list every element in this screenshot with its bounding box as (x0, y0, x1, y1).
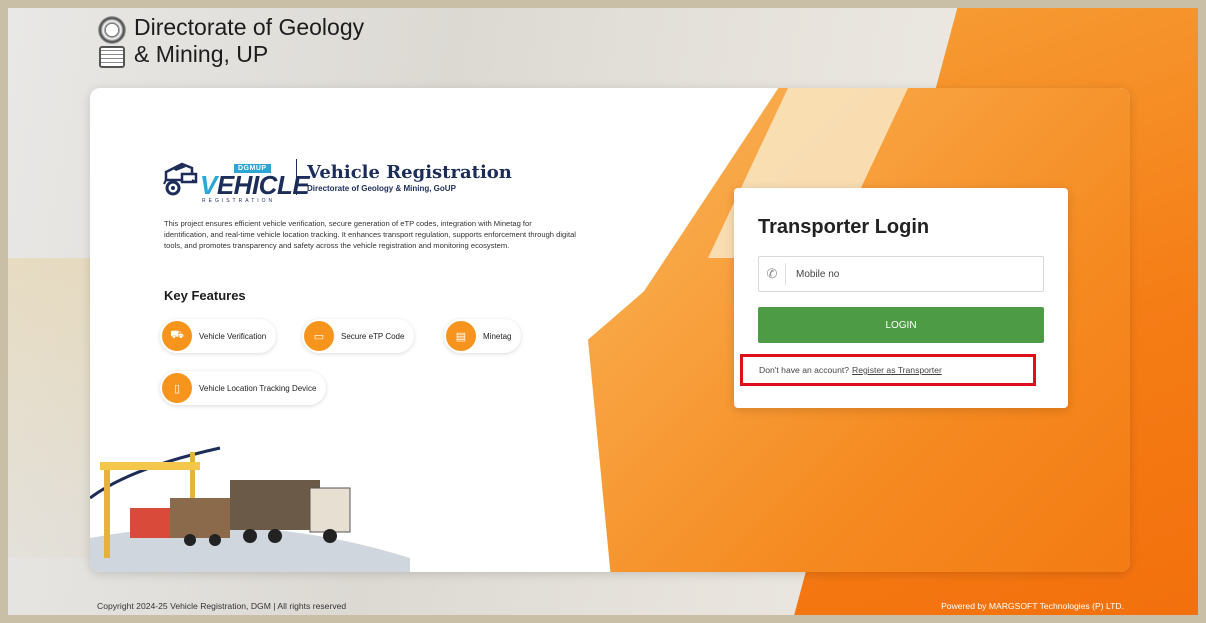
register-prompt-highlight: Don't have an account? Register as Trans… (740, 354, 1036, 386)
login-title: Transporter Login (758, 216, 930, 238)
vehicle-verification-icon: ⛟ (162, 321, 192, 351)
mobile-input[interactable] (796, 268, 1016, 280)
project-description: This project ensures efficient vehicle v… (164, 219, 576, 250)
feature-label: Secure eTP Code (341, 331, 405, 341)
brand-title: Vehicle Registration (307, 161, 512, 183)
feature-label: Vehicle Location Tracking Device (199, 383, 317, 393)
register-prompt-text: Don't have an account? (759, 365, 850, 375)
state-emblem-icon (96, 14, 128, 72)
trucks-toll-illustration (90, 446, 410, 572)
dump-truck-icon (163, 162, 198, 196)
phone-icon: ✆ (766, 266, 778, 281)
transporter-login-panel: Transporter Login ✆ LOGIN Don't have an … (734, 188, 1068, 408)
feature-location-tracking: ▯ Vehicle Location Tracking Device (160, 371, 327, 405)
brand-text: Vehicle Registration Directorate of Geol… (307, 162, 512, 193)
site-title-line1: Directorate of Geology (134, 14, 365, 40)
powered-by-text: Powered by MARGSOFT Technologies (P) LTD… (941, 601, 1124, 611)
minetag-icon: ▤ (446, 321, 476, 351)
key-features-heading: Key Features (164, 288, 246, 303)
field-divider (785, 263, 786, 285)
main-card: DGMUP VEHICLE REGISTRATION Vehicle Regis… (90, 88, 1130, 572)
brand-block: DGMUP VEHICLE REGISTRATION Vehicle Regis… (162, 150, 512, 204)
site-title-line2: & Mining, UP (134, 41, 269, 67)
feature-label: Vehicle Verification (199, 331, 267, 341)
etp-code-icon: ▭ (304, 321, 334, 351)
login-button[interactable]: LOGIN (758, 307, 1044, 343)
vehicle-wordmark: VEHICLE (200, 170, 310, 200)
feature-vehicle-verification: ⛟ Vehicle Verification (160, 319, 277, 353)
site-title: Directorate of Geology & Mining, UP (134, 14, 364, 68)
brand-subtitle: Directorate of Geology & Mining, GoUP (307, 183, 456, 193)
tracking-device-icon: ▯ (162, 373, 192, 403)
register-transporter-link[interactable]: Register as Transporter (852, 365, 942, 375)
feature-label: Minetag (483, 331, 512, 341)
registration-sublabel: REGISTRATION (202, 198, 276, 204)
site-header: Directorate of Geology & Mining, UP (96, 14, 364, 72)
vehicle-logo: DGMUP VEHICLE REGISTRATION (162, 150, 310, 204)
feature-minetag: ▤ Minetag (444, 319, 522, 353)
mobile-field[interactable]: ✆ (758, 256, 1044, 292)
feature-secure-etp-code: ▭ Secure eTP Code (302, 319, 415, 353)
copyright-text: Copyright 2024-25 Vehicle Registration, … (97, 601, 347, 611)
